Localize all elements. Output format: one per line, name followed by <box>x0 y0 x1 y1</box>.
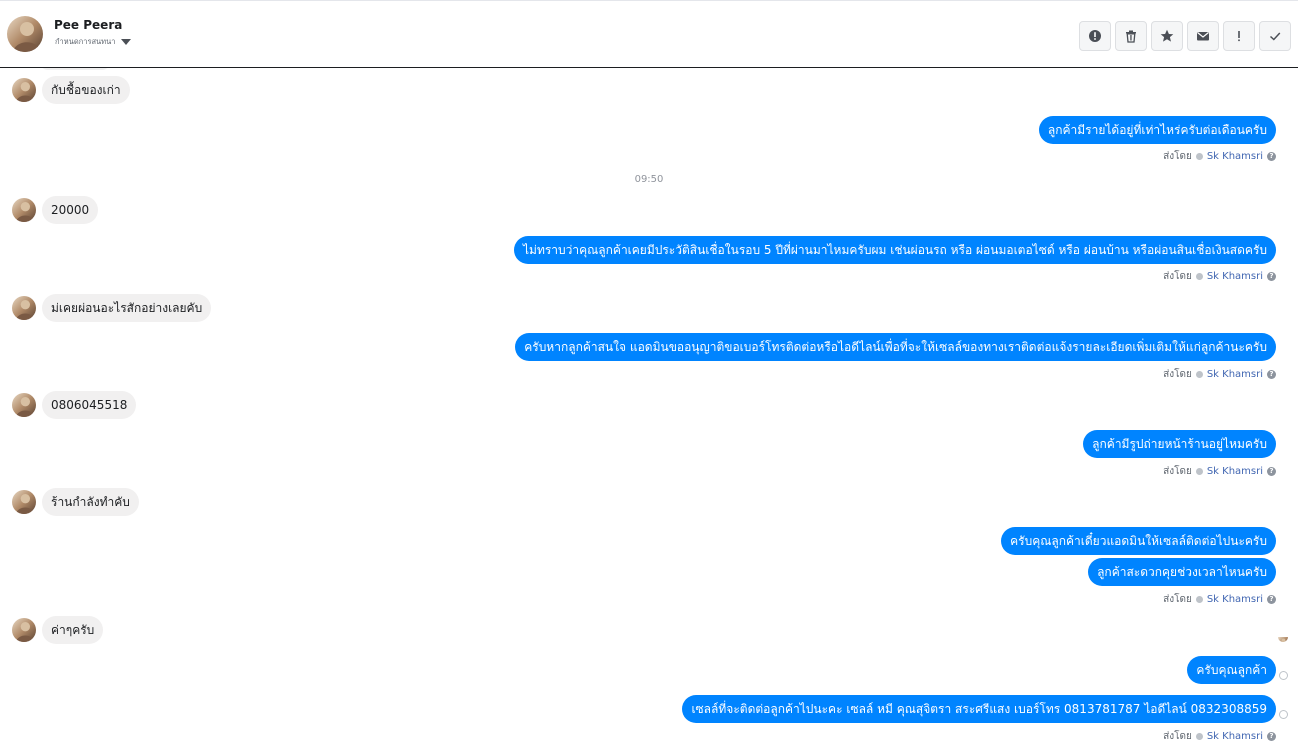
message-text: ม่เคยผ่อนอะไรสักอย่างเลยคับ <box>42 294 212 322</box>
help-icon[interactable]: ? <box>1267 272 1276 281</box>
sent-by-label: ส่งโดย Sk Khamsri ? <box>1163 592 1276 607</box>
sent-by-prefix: ส่งโดย <box>1163 594 1192 605</box>
message-text: 0806045518 <box>42 391 137 419</box>
delivered-status-icon <box>1279 710 1288 719</box>
incoming-message: 20000 <box>12 196 99 224</box>
agent-name-link[interactable]: Sk Khamsri <box>1207 466 1263 477</box>
trash-icon <box>1126 30 1136 43</box>
sent-by-label: ส่งโดย Sk Khamsri ? <box>1163 729 1276 744</box>
agent-name-link[interactable]: Sk Khamsri <box>1207 151 1263 162</box>
sender-avatar <box>12 198 36 222</box>
message-text: ค่าๆครับ <box>42 616 104 644</box>
seen-avatar-icon <box>1278 632 1288 642</box>
agent-avatar-icon <box>1195 468 1203 475</box>
delivered-status-icon <box>1279 671 1288 680</box>
message-timestamp: 09:50 <box>634 174 664 185</box>
outgoing-message: ครับคุณลูกค้าเดี๋ยวแอดมินให้เซลล์ติดต่อไ… <box>1001 527 1276 555</box>
alert-circle-icon <box>1089 30 1101 42</box>
agent-avatar-icon <box>1195 371 1203 378</box>
agent-name-link[interactable]: Sk Khamsri <box>1207 271 1263 282</box>
contact-name[interactable]: Pee Peera <box>54 18 122 32</box>
sent-by-prefix: ส่งโดย <box>1163 151 1192 162</box>
incoming-message: 0806045518 <box>12 391 137 419</box>
sent-by-label: ส่งโดย Sk Khamsri ? <box>1163 464 1276 479</box>
sender-avatar <box>12 78 36 102</box>
sent-by-prefix: ส่งโดย <box>1163 369 1192 380</box>
outgoing-message: ลูกค้ามีรายได้อยู่ที่เท่าไหร่ครับต่อเดือ… <box>1038 116 1276 144</box>
sent-by-prefix: ส่งโดย <box>1163 731 1192 742</box>
help-icon[interactable]: ? <box>1267 732 1276 741</box>
message-text: กับชื้อของเก่า <box>42 76 130 104</box>
outgoing-message: ลูกค้าสะดวกคุยช่วงเวลาไหนครับ <box>1088 558 1276 586</box>
outgoing-message: ครับหากลูกค้าสนใจ แอดมินขออนุญาติขอเบอร์… <box>515 333 1276 361</box>
sent-by-label: ส่งโดย Sk Khamsri ? <box>1163 269 1276 284</box>
outgoing-message: ลูกค้ามีรูปถ่ายหน้าร้านอยู่ไหมครับ <box>1083 430 1276 458</box>
conversation-header: Pee Peera กำหนดการสนทนา <box>0 0 1298 68</box>
message-text: ร้านกำลังทำคับ <box>42 488 139 516</box>
conversation-settings-dropdown[interactable]: กำหนดการสนทนา <box>55 36 132 48</box>
contact-avatar[interactable] <box>7 16 43 52</box>
agent-name-link[interactable]: Sk Khamsri <box>1207 731 1263 742</box>
mark-important-button[interactable] <box>1223 21 1255 51</box>
sent-by-prefix: ส่งโดย <box>1163 271 1192 282</box>
previous-message-fragment <box>40 68 110 70</box>
header-toolbar <box>1079 21 1291 51</box>
help-icon[interactable]: ? <box>1267 152 1276 161</box>
agent-avatar-icon <box>1195 273 1203 280</box>
message-text: 20000 <box>42 196 99 224</box>
sent-by-label: ส่งโดย Sk Khamsri ? <box>1163 149 1276 164</box>
sent-by-label: ส่งโดย Sk Khamsri ? <box>1163 367 1276 382</box>
conversation-settings-label: กำหนดการสนทนา <box>55 37 116 46</box>
outgoing-message: ไม่ทราบว่าคุณลูกค้าเคยมีประวัติสินเชื่อใ… <box>514 236 1276 264</box>
incoming-message: ม่เคยผ่อนอะไรสักอย่างเลยคับ <box>12 294 212 322</box>
mark-unread-button[interactable] <box>1187 21 1219 51</box>
agent-avatar-icon <box>1195 733 1203 740</box>
agent-avatar-icon <box>1195 153 1203 160</box>
caret-down-icon <box>121 39 132 45</box>
outgoing-message: เซลล์ที่จะติดต่อลูกค้าไปนะคะ เซลล์ หมี ค… <box>682 695 1276 723</box>
envelope-icon <box>1197 32 1209 41</box>
sent-by-prefix: ส่งโดย <box>1163 466 1192 477</box>
mark-done-button[interactable] <box>1259 21 1291 51</box>
report-spam-button[interactable] <box>1079 21 1111 51</box>
star-icon <box>1160 29 1174 42</box>
agent-avatar-icon <box>1195 596 1203 603</box>
agent-name-link[interactable]: Sk Khamsri <box>1207 369 1263 380</box>
help-icon[interactable]: ? <box>1267 370 1276 379</box>
checkmark-icon <box>1269 32 1281 41</box>
star-button[interactable] <box>1151 21 1183 51</box>
incoming-message: ค่าๆครับ <box>12 616 104 644</box>
sender-avatar <box>12 296 36 320</box>
agent-name-link[interactable]: Sk Khamsri <box>1207 594 1263 605</box>
incoming-message: ร้านกำลังทำคับ <box>12 488 139 516</box>
incoming-message: กับชื้อของเก่า <box>12 76 130 104</box>
sender-avatar <box>12 490 36 514</box>
delete-button[interactable] <box>1115 21 1147 51</box>
help-icon[interactable]: ? <box>1267 595 1276 604</box>
outgoing-message: ครับคุณลูกค้า <box>1187 656 1276 684</box>
help-icon[interactable]: ? <box>1267 467 1276 476</box>
exclamation-icon <box>1238 31 1240 42</box>
message-thread[interactable]: กับชื้อของเก่า ลูกค้ามีรายได้อยู่ที่เท่า… <box>0 68 1298 750</box>
sender-avatar <box>12 618 36 642</box>
sender-avatar <box>12 393 36 417</box>
